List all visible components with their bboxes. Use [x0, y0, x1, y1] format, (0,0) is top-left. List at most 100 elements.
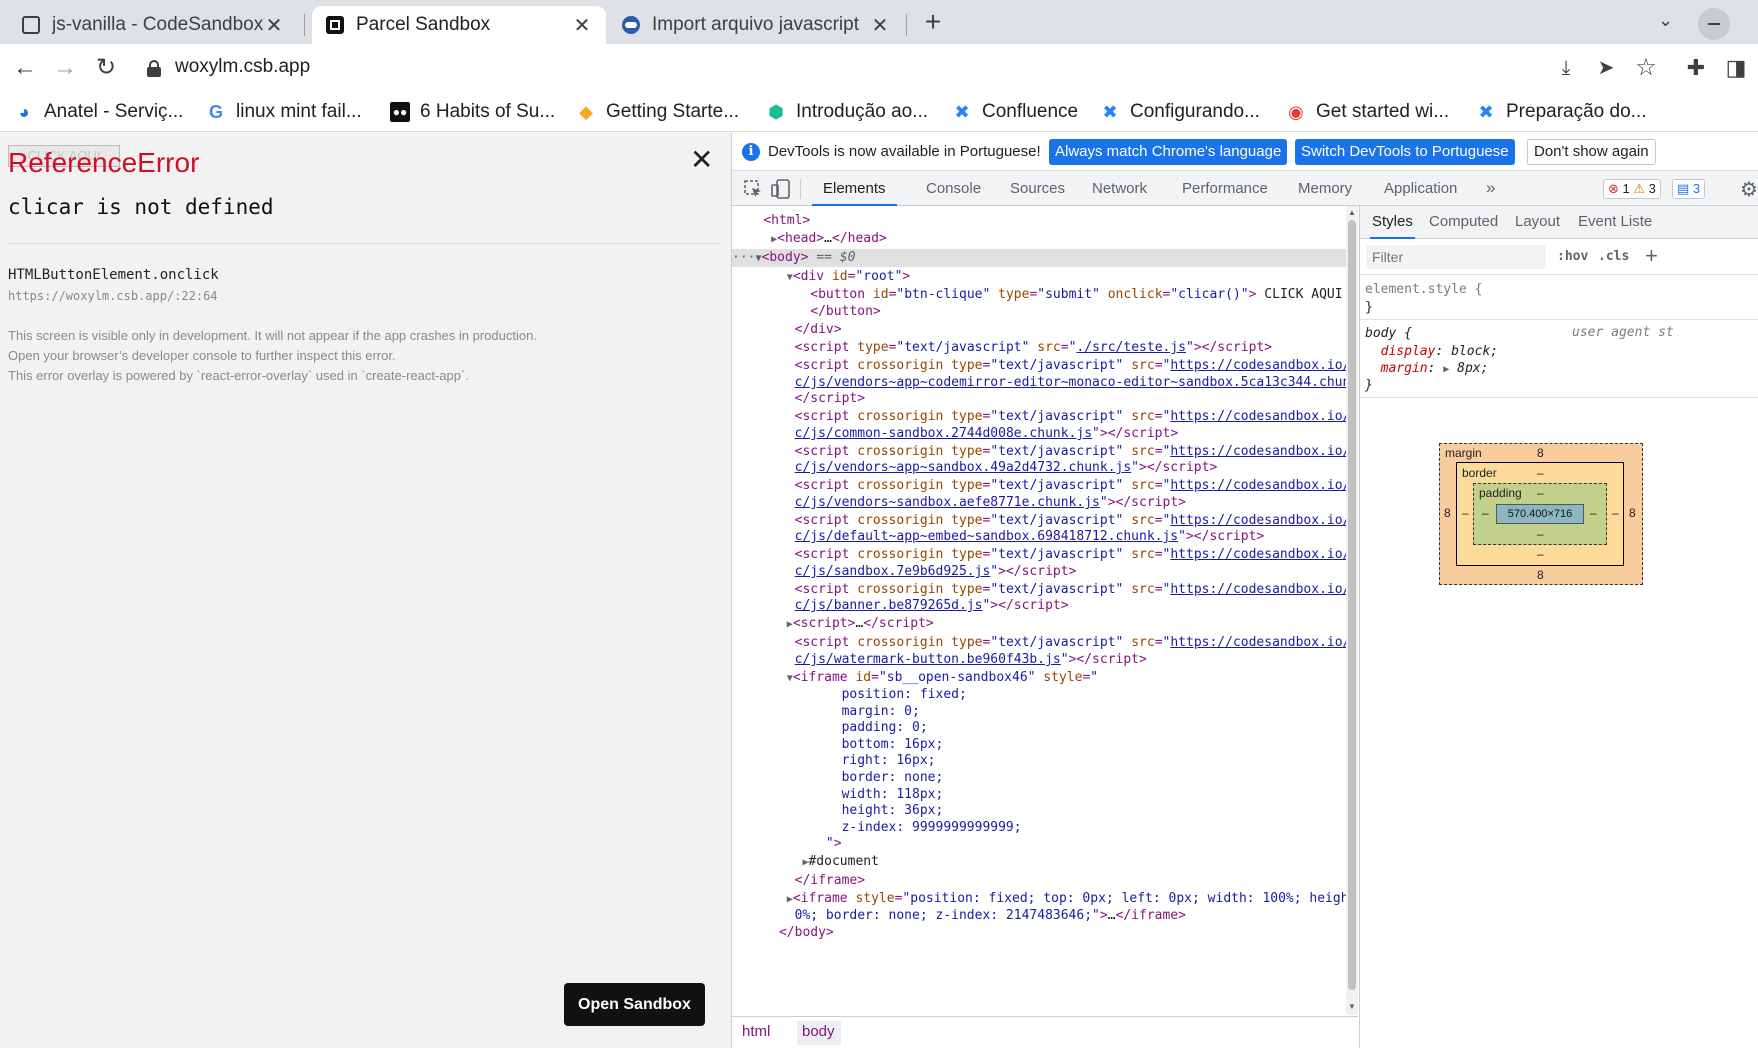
more-tabs-chevron-icon[interactable]: »: [1486, 171, 1495, 206]
scroll-up-arrow-icon[interactable]: ▲: [1348, 208, 1356, 217]
bookmark-item[interactable]: ◉ Get started wi...: [1286, 98, 1449, 126]
dom-node[interactable]: <script crossorigin type="text/javascrip…: [732, 408, 1358, 426]
back-arrow-icon[interactable]: ←: [10, 53, 40, 83]
padding-right-value[interactable]: –: [1590, 506, 1597, 520]
bookmark-item[interactable]: ●● 6 Habits of Su...: [390, 98, 555, 126]
close-tab-icon[interactable]: ✕: [870, 13, 890, 38]
stack-frame-location[interactable]: https://woxylm.csb.app/:22:64: [8, 289, 218, 303]
dom-node[interactable]: ▶#document: [732, 853, 1346, 871]
dom-node[interactable]: ▶<iframe style="position: fixed; top: 0p…: [732, 890, 1358, 908]
browser-tab-import-arquivo[interactable]: Import arquivo javascript ✕: [608, 6, 904, 44]
dom-node[interactable]: 0%; border: none; z-index: 2147483646;">…: [732, 907, 1346, 925]
open-sandbox-button[interactable]: Open Sandbox: [564, 983, 705, 1026]
install-app-icon[interactable]: ⤓: [1551, 53, 1581, 83]
padding-bottom-value[interactable]: –: [1537, 527, 1544, 541]
dom-node[interactable]: ▼<div id="root">: [732, 268, 1346, 286]
dom-node[interactable]: </body>: [732, 924, 1346, 942]
dom-node[interactable]: c/js/banner.be879265d.js"></script>: [732, 597, 1346, 615]
close-tab-icon[interactable]: ✕: [572, 13, 592, 38]
inspect-element-icon[interactable]: [743, 179, 763, 199]
tab-layout[interactable]: Layout: [1515, 206, 1560, 239]
bookmark-item[interactable]: ◕ Anatel - Serviç...: [14, 98, 184, 126]
breadcrumb-body[interactable]: body: [802, 1023, 835, 1040]
stack-frame-function[interactable]: HTMLButtonElement.onclick: [8, 267, 219, 283]
dom-node[interactable]: c/js/default~app~embed~sandbox.698418712…: [732, 528, 1346, 546]
browser-tab-parcel-sandbox[interactable]: Parcel Sandbox ✕: [312, 6, 606, 44]
address-bar[interactable]: woxylm.csb.app: [175, 56, 310, 78]
tab-performance[interactable]: Performance: [1182, 171, 1268, 206]
dom-node[interactable]: </script>: [732, 390, 1346, 408]
margin-right-value[interactable]: 8: [1629, 506, 1636, 520]
dom-node[interactable]: c/js/vendors~sandbox.aefe8771e.chunk.js"…: [732, 494, 1346, 512]
bookmark-item[interactable]: ✖ Preparação do...: [1476, 98, 1646, 126]
tab-elements[interactable]: Elements: [812, 171, 897, 206]
close-tab-icon[interactable]: ✕: [264, 13, 284, 38]
tab-console[interactable]: Console: [926, 171, 981, 206]
bookmark-item[interactable]: ⬢ Introdução ao...: [766, 98, 928, 126]
dom-node[interactable]: padding: 0;: [732, 719, 1346, 737]
margin-top-value[interactable]: 8: [1537, 446, 1544, 460]
dom-node[interactable]: <button id="btn-clique" type="submit" on…: [732, 286, 1346, 304]
margin-left-value[interactable]: 8: [1444, 506, 1451, 520]
tab-application[interactable]: Application: [1384, 171, 1457, 206]
dom-node[interactable]: <html>: [732, 212, 1346, 230]
new-tab-button[interactable]: +: [918, 8, 948, 38]
dom-node[interactable]: c/js/watermark-button.be960f43b.js"></sc…: [732, 651, 1346, 669]
css-declaration[interactable]: margin: ▶ 8px;: [1365, 360, 1489, 378]
border-right-value[interactable]: –: [1612, 506, 1619, 520]
tab-computed[interactable]: Computed: [1429, 206, 1498, 239]
dom-node[interactable]: <script crossorigin type="text/javascrip…: [732, 634, 1358, 652]
border-left-value[interactable]: –: [1462, 506, 1469, 520]
scrollbar-thumb[interactable]: [1348, 220, 1356, 990]
bookmark-item[interactable]: G linux mint fail...: [206, 98, 362, 126]
elements-scrollbar[interactable]: ▲ ▼: [1346, 206, 1358, 1015]
box-model-content[interactable]: 570.400×716: [1496, 504, 1584, 524]
dom-node[interactable]: <script crossorigin type="text/javascrip…: [732, 357, 1358, 375]
messages-counter[interactable]: ▤ 3: [1672, 179, 1706, 199]
device-toolbar-icon[interactable]: [771, 179, 791, 199]
border-bottom-value[interactable]: –: [1537, 547, 1544, 561]
margin-bottom-value[interactable]: 8: [1537, 568, 1544, 582]
switch-to-portuguese-button[interactable]: Switch DevTools to Portuguese: [1295, 139, 1515, 165]
tab-memory[interactable]: Memory: [1298, 171, 1352, 206]
star-bookmark-icon[interactable]: ☆: [1631, 53, 1661, 83]
tab-sources[interactable]: Sources: [1010, 171, 1065, 206]
tab-event-listeners[interactable]: Event Liste: [1578, 206, 1652, 239]
dom-node[interactable]: right: 16px;: [732, 752, 1346, 770]
dom-node[interactable]: c/js/vendors~app~sandbox.49a2d4732.chunk…: [732, 459, 1346, 477]
tab-styles[interactable]: Styles: [1370, 206, 1415, 239]
lock-icon[interactable]: [147, 60, 161, 77]
minimize-window-button[interactable]: [1698, 8, 1730, 40]
breadcrumb-html[interactable]: html: [742, 1023, 770, 1040]
dom-node[interactable]: </div>: [732, 321, 1346, 339]
extensions-puzzle-icon[interactable]: ✚: [1681, 53, 1711, 83]
element-style-selector[interactable]: element.style {: [1365, 281, 1482, 299]
hover-state-toggle[interactable]: :hov: [1557, 249, 1588, 264]
bookmark-item[interactable]: ✖ Configurando...: [1100, 98, 1259, 126]
dom-node[interactable]: position: fixed;: [732, 686, 1346, 704]
close-icon[interactable]: ✕: [690, 145, 713, 175]
new-style-rule-icon[interactable]: +: [1645, 243, 1658, 269]
scroll-down-arrow-icon[interactable]: ▼: [1348, 1002, 1356, 1011]
dom-node[interactable]: <script type="text/javascript" src="./sr…: [732, 339, 1346, 357]
dom-node[interactable]: c/js/sandbox.7e9b6d925.js"></script>: [732, 563, 1346, 581]
dom-node[interactable]: ▶<script>…</script>: [732, 615, 1346, 633]
dom-node[interactable]: border: none;: [732, 769, 1346, 787]
elements-tree[interactable]: <html> ▶<head>…</head> ···▼<body> == $0 …: [732, 206, 1358, 1015]
padding-top-value[interactable]: –: [1537, 486, 1544, 500]
dont-show-again-button[interactable]: Don't show again: [1527, 139, 1656, 165]
dom-node[interactable]: </button>: [732, 303, 1346, 321]
dom-node[interactable]: ▼<iframe id="sb__open-sandbox46" style=": [732, 669, 1346, 687]
styles-filter-input[interactable]: [1366, 245, 1546, 269]
gear-icon[interactable]: ⚙: [1740, 177, 1758, 202]
browser-tab-codesandbox[interactable]: js-vanilla - CodeSandbox ✕: [8, 6, 298, 44]
dom-node[interactable]: </iframe>: [732, 872, 1346, 890]
dom-node[interactable]: ">: [732, 835, 1346, 853]
bookmark-item[interactable]: ✖ Confluence: [952, 98, 1078, 126]
forward-arrow-icon[interactable]: →: [50, 53, 80, 83]
dom-node[interactable]: <script crossorigin type="text/javascrip…: [732, 477, 1358, 495]
padding-left-value[interactable]: –: [1482, 506, 1489, 520]
dom-node[interactable]: height: 36px;: [732, 802, 1346, 820]
body-rule-selector[interactable]: body {: [1365, 325, 1412, 343]
reload-icon[interactable]: ↻: [91, 53, 121, 83]
